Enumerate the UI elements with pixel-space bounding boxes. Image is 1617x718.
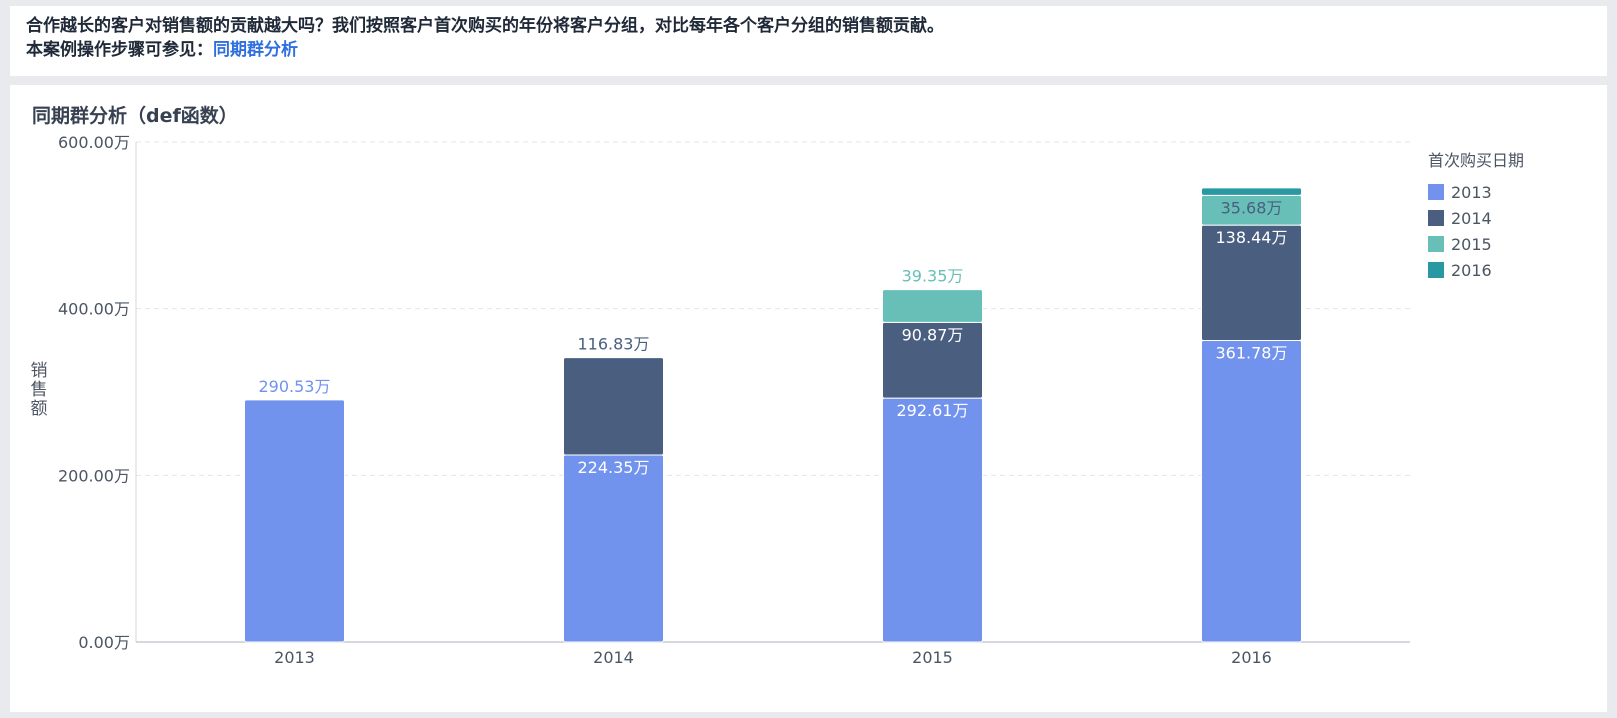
bar-2014-series-2014[interactable] (563, 357, 664, 456)
stacked-bar-chart: 0.00万 200.00万 400.00万 600.00万销售额 290.53万 2013… (31, 133, 1525, 667)
x-tick-label: 2013 (274, 648, 315, 667)
legend-item-label: 2014 (1451, 209, 1492, 228)
legend-item-label: 2015 (1451, 235, 1492, 254)
legend-swatch-2015[interactable] (1428, 236, 1444, 252)
legend-item-label: 2016 (1451, 261, 1492, 280)
data-label: 90.87万 (902, 325, 964, 344)
y-axis-label: 售 (31, 380, 48, 400)
data-label: 116.83万 (578, 335, 650, 354)
data-label: 138.44万 (1216, 228, 1288, 247)
legend-title: 首次购买日期 (1428, 151, 1524, 170)
y-axis-label: 额 (31, 399, 48, 419)
y-axis-label: 销 (31, 361, 48, 381)
x-tick-label: 2014 (593, 648, 634, 667)
bar-2016-series-2016[interactable] (1201, 187, 1302, 196)
data-label: 361.78万 (1216, 344, 1288, 363)
x-tick-label: 2015 (912, 648, 953, 667)
legend-item-label: 2013 (1451, 183, 1492, 202)
bar-2013-series-2013[interactable] (244, 399, 345, 643)
y-tick-label: 400.00万 (58, 300, 130, 319)
legend-swatch-2016[interactable] (1428, 262, 1444, 278)
legend-swatch-2014[interactable] (1428, 210, 1444, 226)
data-label: 290.53万 (259, 377, 331, 396)
intro-panel: 合作越长的客户对销售额的贡献越大吗？我们按照客户首次购买的年份将客户分组，对比每… (10, 6, 1607, 76)
data-label: 35.68万 (1221, 198, 1283, 217)
intro-guide-line: 本案例操作步骤可参见：同期群分析 (26, 38, 1607, 62)
intro-guide-prefix: 本案例操作步骤可参见： (26, 40, 213, 60)
legend-swatch-2013[interactable] (1428, 184, 1444, 200)
data-label: 39.35万 (902, 267, 964, 286)
bar-2014-series-2013[interactable] (563, 454, 664, 643)
data-label: 292.61万 (897, 401, 969, 420)
chart-panel: 同期群分析（def函数） 0.00万 200.00万 400.00万 600.00万销… (10, 85, 1607, 712)
cohort-analysis-link[interactable]: 同期群分析 (213, 40, 298, 60)
y-tick-label: 200.00万 (58, 466, 130, 485)
bar-2015-series-2015[interactable] (882, 289, 983, 323)
data-label: 224.35万 (578, 458, 650, 477)
bar-2016-series-2013[interactable] (1201, 340, 1302, 643)
y-tick-label: 600.00万 (58, 133, 130, 152)
x-tick-label: 2016 (1231, 648, 1272, 667)
bar-2015-series-2013[interactable] (882, 397, 983, 643)
y-tick-label: 0.00万 (78, 633, 130, 652)
intro-description: 合作越长的客户对销售额的贡献越大吗？我们按照客户首次购买的年份将客户分组，对比每… (26, 16, 944, 36)
